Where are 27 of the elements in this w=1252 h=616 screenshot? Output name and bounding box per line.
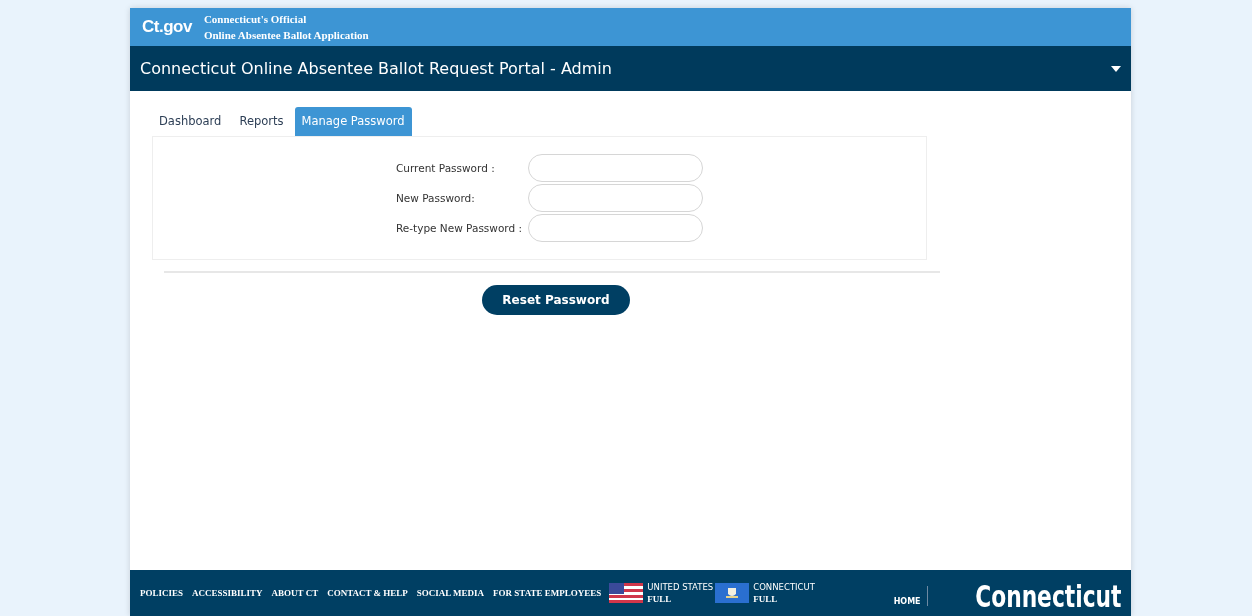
footer-link[interactable]: FOR STATE EMPLOYEES (493, 588, 602, 598)
password-field[interactable] (528, 184, 703, 212)
footer-link[interactable]: POLICIES (140, 588, 183, 598)
connecticut-logo[interactable]: Connecticut (974, 576, 1121, 616)
home-link[interactable]: HOME (893, 596, 921, 606)
caret-icon[interactable] (1111, 65, 1121, 72)
footer-link[interactable]: SOCIAL MEDIA (416, 588, 485, 598)
flag-label: CONNECTICUT (753, 581, 815, 593)
us-flag-icon[interactable] (609, 583, 644, 603)
brand-subtitle: Online Absentee Ballot Application (203, 28, 369, 43)
ct-flag-icon[interactable] (715, 583, 750, 603)
flag-status: FULL (753, 593, 779, 605)
field-label: Re-type New Password : (396, 222, 524, 234)
flag-label: UNITED STATES (647, 581, 714, 593)
footer-link[interactable]: CONTACT & HELP (327, 588, 408, 598)
flag-status: FULL (647, 593, 673, 605)
tab[interactable]: Reports (232, 107, 291, 136)
password-field[interactable] (528, 154, 703, 182)
tab[interactable]: Dashboard (152, 107, 229, 136)
reset-password-button[interactable]: Reset Password (482, 285, 630, 315)
footer-link[interactable]: ABOUT CT (271, 588, 319, 598)
portal-title: Connecticut Online Absentee Ballot Request Portal - Admin (140, 59, 612, 78)
footer-link[interactable]: ACCESSIBILITY (192, 588, 263, 598)
password-field[interactable] (528, 214, 703, 242)
field-label: New Password: (396, 192, 476, 204)
field-label: Current Password : (396, 162, 496, 174)
brand-title: Connecticut's Official (203, 12, 308, 27)
